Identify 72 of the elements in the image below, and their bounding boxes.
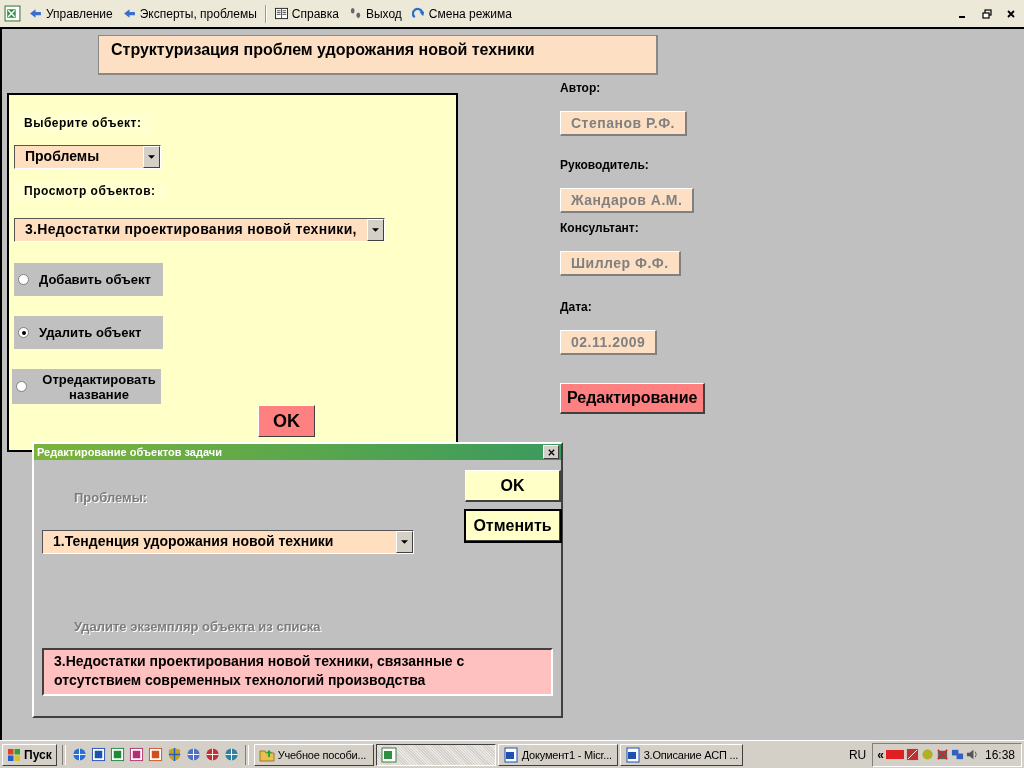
radio-button[interactable] (16, 381, 27, 392)
globe-icon[interactable] (223, 747, 239, 762)
info-field: Жандаров А.М. (560, 188, 695, 213)
windows-logo-icon (7, 747, 21, 762)
refresh-icon (411, 7, 425, 20)
object-dropdown[interactable]: Проблемы (14, 145, 161, 169)
taskbar-button[interactable] (375, 743, 496, 766)
toolbar-button[interactable]: Справка (272, 5, 341, 22)
hint-text: Удалите экземпляр объекта из списка (74, 619, 321, 634)
field-label: Консультант: (560, 221, 639, 235)
network-icon[interactable] (950, 748, 964, 761)
expand-tray-button[interactable]: « (877, 747, 884, 762)
caret-icon (372, 228, 379, 232)
taskbar-button[interactable]: Документ1 - Micr... (497, 743, 618, 766)
field-label: Автор: (560, 81, 601, 95)
edit-button[interactable]: Редактирование (560, 383, 706, 414)
ok-button[interactable]: OK (258, 405, 315, 437)
left-arrow-icon (29, 7, 42, 20)
radio-option[interactable]: Добавить объект (14, 263, 163, 296)
toolbar-button[interactable]: Выход (346, 5, 404, 22)
dropdown-arrow-button[interactable] (143, 146, 160, 168)
taskbar-button[interactable]: Учебное пособи... (253, 743, 374, 766)
restore-icon[interactable] (982, 8, 992, 19)
book-icon (274, 7, 288, 20)
document-icon (624, 746, 641, 763)
application-icon[interactable] (147, 747, 163, 762)
field-label: Выберите объект: (14, 113, 152, 133)
problem-dropdown[interactable]: 1.Тенденция удорожания новой техники (42, 530, 414, 554)
radio-button[interactable] (18, 274, 29, 285)
radio-option[interactable]: Отредактировать название (12, 369, 161, 404)
radio-option[interactable]: Удалить объект (14, 316, 163, 349)
shield-icon[interactable] (166, 747, 182, 762)
start-button[interactable]: Пуск (2, 743, 57, 766)
info-field: Шиллер Ф.Ф. (560, 251, 681, 276)
spreadsheet-icon[interactable] (4, 5, 21, 22)
field-label: Руководитель: (560, 158, 649, 172)
cancel-button[interactable]: Отменить (465, 510, 561, 542)
language-indicator[interactable]: RU (844, 747, 871, 762)
dropdown-arrow-button[interactable] (396, 531, 413, 553)
sheet-title: Структуризация проблем удорожания новой техники (98, 35, 658, 75)
close-icon (546, 447, 556, 457)
document-icon (502, 746, 519, 763)
left-arrow-icon (122, 7, 136, 20)
close-button[interactable] (543, 445, 559, 459)
application-icon[interactable] (90, 747, 106, 762)
ok-button[interactable]: OK (465, 470, 561, 502)
footprints-icon (348, 7, 362, 20)
application-icon[interactable] (109, 747, 125, 762)
dialog-title: Редактирование объектов задачи (37, 446, 222, 458)
field-label: Просмотр объектов: (14, 181, 166, 201)
caret-icon (401, 540, 408, 544)
object-dropdown[interactable]: 3.Недостатки проектирования новой техники, (14, 218, 385, 242)
dropdown-arrow-button[interactable] (367, 219, 384, 241)
close-icon[interactable] (1006, 8, 1016, 19)
speaker-icon[interactable] (965, 748, 979, 761)
spreadsheet-icon (380, 746, 397, 763)
radio-button[interactable] (18, 327, 29, 338)
globe-icon[interactable] (204, 747, 220, 762)
clock: 16:38 (984, 747, 1015, 762)
info-field: 02.11.2009 (560, 330, 658, 355)
toolbar-button[interactable]: Управление (27, 5, 115, 22)
caret-icon (148, 155, 155, 159)
field-label: Дата: (560, 300, 592, 314)
taskbar-button[interactable]: 3.Описание АСП ... (619, 743, 744, 766)
globe-icon[interactable] (71, 747, 87, 762)
toolbar-button[interactable]: Эксперты, проблемы (120, 5, 259, 22)
globe-icon[interactable] (185, 747, 201, 762)
info-field: Степанов Р.Ф. (560, 111, 687, 136)
application-icon[interactable] (128, 747, 144, 762)
field-label: Проблемы: (74, 490, 148, 505)
toolbar-button[interactable]: Смена режима (409, 5, 514, 22)
selected-object-text: 3.Недостатки проектирования новой техники, связанные с отсутствием современных технологий производства (42, 648, 553, 696)
